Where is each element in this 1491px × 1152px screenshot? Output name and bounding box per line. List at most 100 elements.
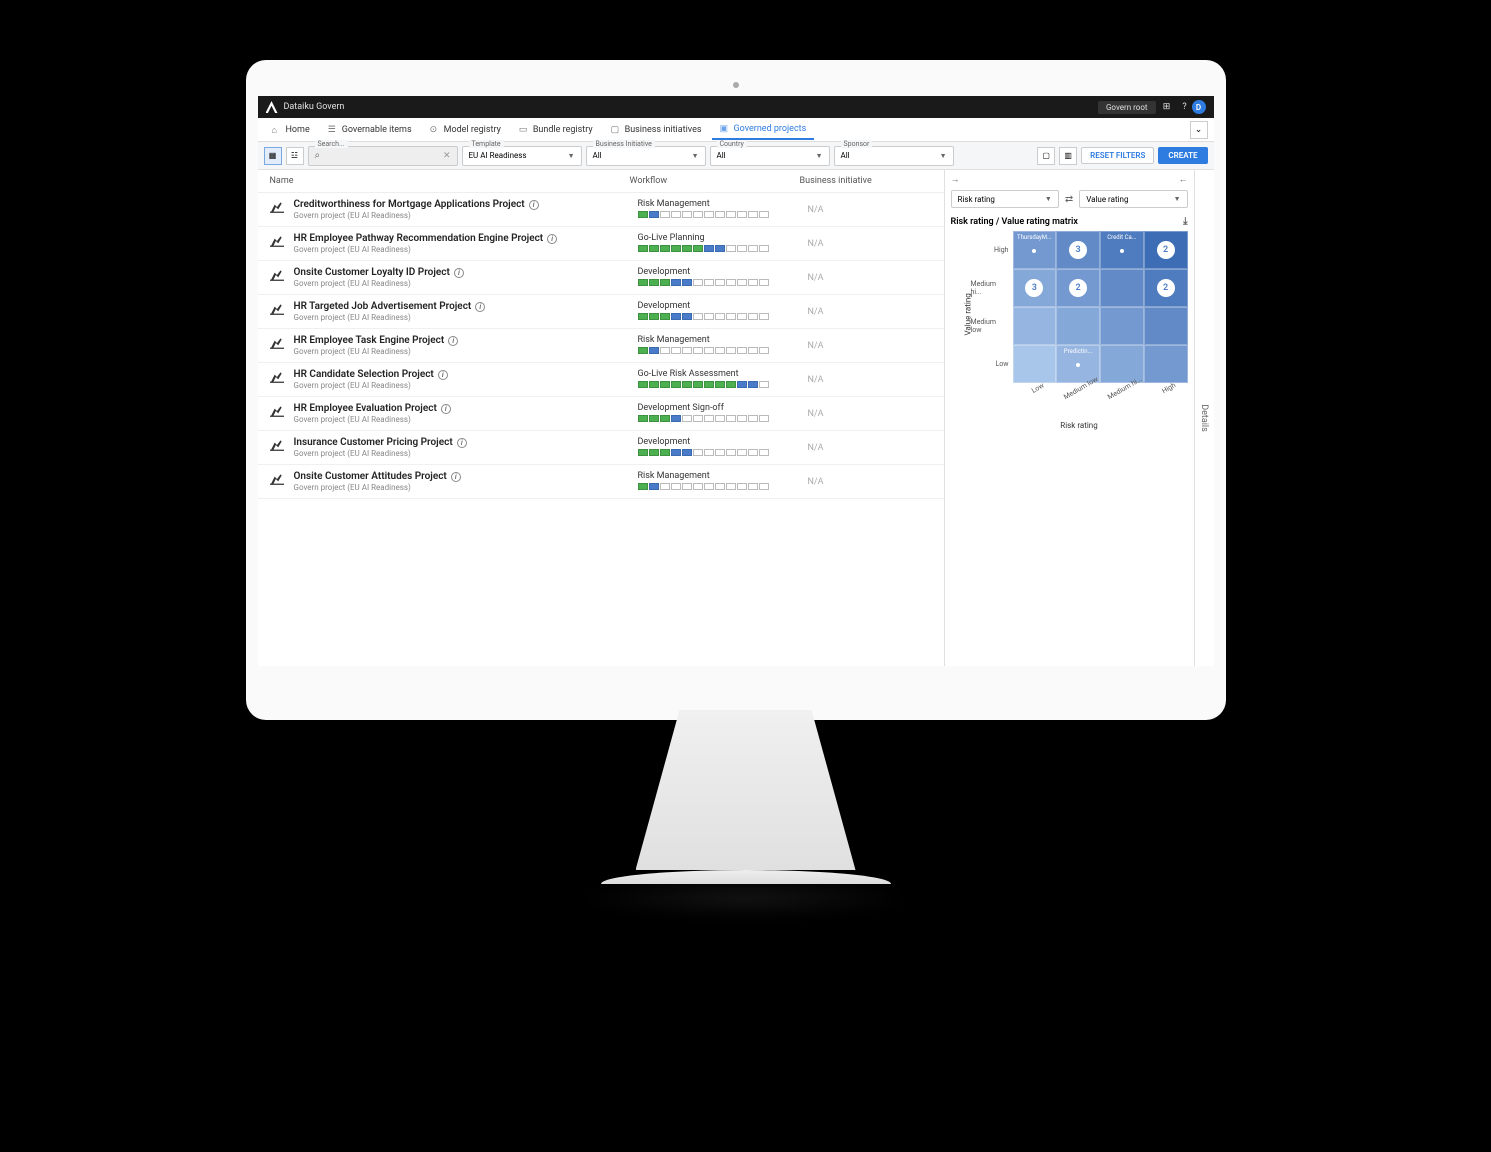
matrix-cell[interactable] <box>1013 307 1057 345</box>
tab-bundle-registry[interactable]: ▭Bundle registry <box>511 121 601 139</box>
info-icon[interactable]: i <box>457 438 467 448</box>
col-bi[interactable]: Business initiative <box>800 176 932 186</box>
view-list-button[interactable]: ☳ <box>286 147 304 165</box>
avatar[interactable]: D <box>1192 100 1206 114</box>
project-subtitle: Govern project (EU AI Readiness) <box>294 347 638 356</box>
bi-value: N/A <box>808 301 932 317</box>
details-collapsed-panel[interactable]: Details <box>1194 170 1214 666</box>
download-icon[interactable]: ⤓ <box>1183 216 1187 227</box>
x-axis-select[interactable]: Risk rating▼ <box>951 190 1059 208</box>
info-icon[interactable]: i <box>451 472 461 482</box>
swap-axes-icon[interactable]: ⇄ <box>1065 194 1073 205</box>
col-workflow[interactable]: Workflow <box>630 176 800 186</box>
matrix-cell[interactable]: 3 <box>1056 231 1100 269</box>
tab-governed-projects[interactable]: ▣Governed projects <box>712 120 815 140</box>
matrix-bubble[interactable]: 2 <box>1157 241 1175 259</box>
matrix-cell[interactable] <box>1100 269 1144 307</box>
workflow-name: Go-Live Risk Assessment <box>638 369 808 379</box>
table-row[interactable]: Insurance Customer Pricing Projecti Gove… <box>258 431 944 465</box>
matrix-bubble[interactable]: 2 <box>1069 279 1087 297</box>
layout-toggle-2[interactable]: ▥ <box>1059 147 1077 165</box>
matrix-dot[interactable] <box>1032 249 1036 253</box>
matrix-cell[interactable]: ThursdayM... <box>1013 231 1057 269</box>
tab-home[interactable]: ⌂Home <box>264 121 318 139</box>
matrix-cell[interactable]: 2 <box>1144 231 1188 269</box>
panel-arrow-right-icon[interactable]: ← <box>1179 174 1188 185</box>
search-input[interactable]: Search... ⌕ ✕ <box>308 146 458 166</box>
matrix-dot[interactable] <box>1076 363 1080 367</box>
bundle-icon: ▭ <box>519 125 529 135</box>
info-icon[interactable]: i <box>454 268 464 278</box>
filter-sponsor[interactable]: SponsorAll▼ <box>834 146 954 166</box>
table-row[interactable]: HR Targeted Job Advertisement Projecti G… <box>258 295 944 329</box>
matrix-cell[interactable]: 2 <box>1144 269 1188 307</box>
create-button[interactable]: CREATE <box>1158 147 1207 164</box>
col-name[interactable]: Name <box>270 176 630 186</box>
matrix-cell[interactable]: 2 <box>1056 269 1100 307</box>
bi-value: N/A <box>808 403 932 419</box>
workflow-name: Risk Management <box>638 199 808 209</box>
chevron-down-icon: ▼ <box>1045 195 1052 203</box>
project-subtitle: Govern project (EU AI Readiness) <box>294 279 638 288</box>
filter-template[interactable]: TemplateEU AI Readiness▼ <box>462 146 582 166</box>
project-subtitle: Govern project (EU AI Readiness) <box>294 211 638 220</box>
table-row[interactable]: Onsite Customer Loyalty ID Projecti Gove… <box>258 261 944 295</box>
chevron-down-icon: ▼ <box>1174 195 1181 203</box>
y-tick: High <box>971 231 1013 269</box>
table-header: Name Workflow Business initiative <box>258 170 944 193</box>
chevron-down-icon: ▼ <box>940 152 947 160</box>
project-title: Creditworthiness for Mortgage Applicatio… <box>294 199 638 210</box>
matrix-cell[interactable]: 3 <box>1013 269 1057 307</box>
matrix-dot[interactable] <box>1120 249 1124 253</box>
info-icon[interactable]: i <box>547 234 557 244</box>
workflow-progress <box>638 449 808 456</box>
table-row[interactable]: Creditworthiness for Mortgage Applicatio… <box>258 193 944 227</box>
table-row[interactable]: HR Employee Task Engine Projecti Govern … <box>258 329 944 363</box>
bird-icon <box>270 233 286 249</box>
tab-business-initiatives[interactable]: ▢Business initiatives <box>603 121 710 139</box>
info-icon[interactable]: i <box>529 200 539 210</box>
table-row[interactable]: HR Employee Pathway Recommendation Engin… <box>258 227 944 261</box>
app-screen: Dataiku Govern Govern root ⊞ ? D ⌂Home ☰… <box>258 96 1214 666</box>
matrix-bubble[interactable]: 3 <box>1025 279 1043 297</box>
table-row[interactable]: Onsite Customer Attitudes Projecti Gover… <box>258 465 944 499</box>
workflow-progress <box>638 313 808 320</box>
project-title: HR Employee Task Engine Projecti <box>294 335 638 346</box>
matrix-cell[interactable] <box>1056 307 1100 345</box>
view-cards-button[interactable]: ▦ <box>264 147 282 165</box>
top-bar: Dataiku Govern Govern root ⊞ ? D <box>258 96 1214 118</box>
matrix-bubble[interactable]: 3 <box>1069 241 1087 259</box>
tab-model-registry[interactable]: ⊙Model registry <box>422 121 509 139</box>
home-icon: ⌂ <box>272 125 282 135</box>
matrix-bubble[interactable]: 2 <box>1157 279 1175 297</box>
help-icon[interactable]: ? <box>1178 100 1192 114</box>
layout-toggle-1[interactable]: ▢ <box>1037 147 1055 165</box>
y-tick: Medium low <box>971 307 1013 345</box>
info-icon[interactable]: i <box>438 370 448 380</box>
clear-search-icon[interactable]: ✕ <box>443 151 451 161</box>
user-chip[interactable]: Govern root <box>1098 101 1156 114</box>
y-axis-select[interactable]: Value rating▼ <box>1079 190 1187 208</box>
chevron-down-icon: ▼ <box>692 152 699 160</box>
info-icon[interactable]: i <box>448 336 458 346</box>
info-icon[interactable]: i <box>475 302 485 312</box>
matrix-cell[interactable] <box>1144 307 1188 345</box>
filter-country[interactable]: CountryAll▼ <box>710 146 830 166</box>
project-subtitle: Govern project (EU AI Readiness) <box>294 313 638 322</box>
table-row[interactable]: HR Candidate Selection Projecti Govern p… <box>258 363 944 397</box>
info-icon[interactable]: i <box>441 404 451 414</box>
tab-governable-items[interactable]: ☰Governable items <box>320 121 420 139</box>
apps-grid-icon[interactable]: ⊞ <box>1160 100 1174 114</box>
matrix-cell[interactable]: Credit Ca... <box>1100 231 1144 269</box>
filter-business-initiative[interactable]: Business InitiativeAll▼ <box>586 146 706 166</box>
collapse-toggle[interactable]: ⌄ <box>1190 121 1208 139</box>
table-row[interactable]: HR Employee Evaluation Projecti Govern p… <box>258 397 944 431</box>
matrix-cell[interactable] <box>1100 307 1144 345</box>
monitor-bezel: Dataiku Govern Govern root ⊞ ? D ⌂Home ☰… <box>246 60 1226 720</box>
reset-filters-button[interactable]: RESET FILTERS <box>1081 147 1154 164</box>
bi-value: N/A <box>808 437 932 453</box>
panel-arrow-left-icon[interactable]: → <box>951 174 960 185</box>
workflow-progress <box>638 211 808 218</box>
y-tick: Low <box>971 345 1013 383</box>
project-title: Insurance Customer Pricing Projecti <box>294 437 638 448</box>
